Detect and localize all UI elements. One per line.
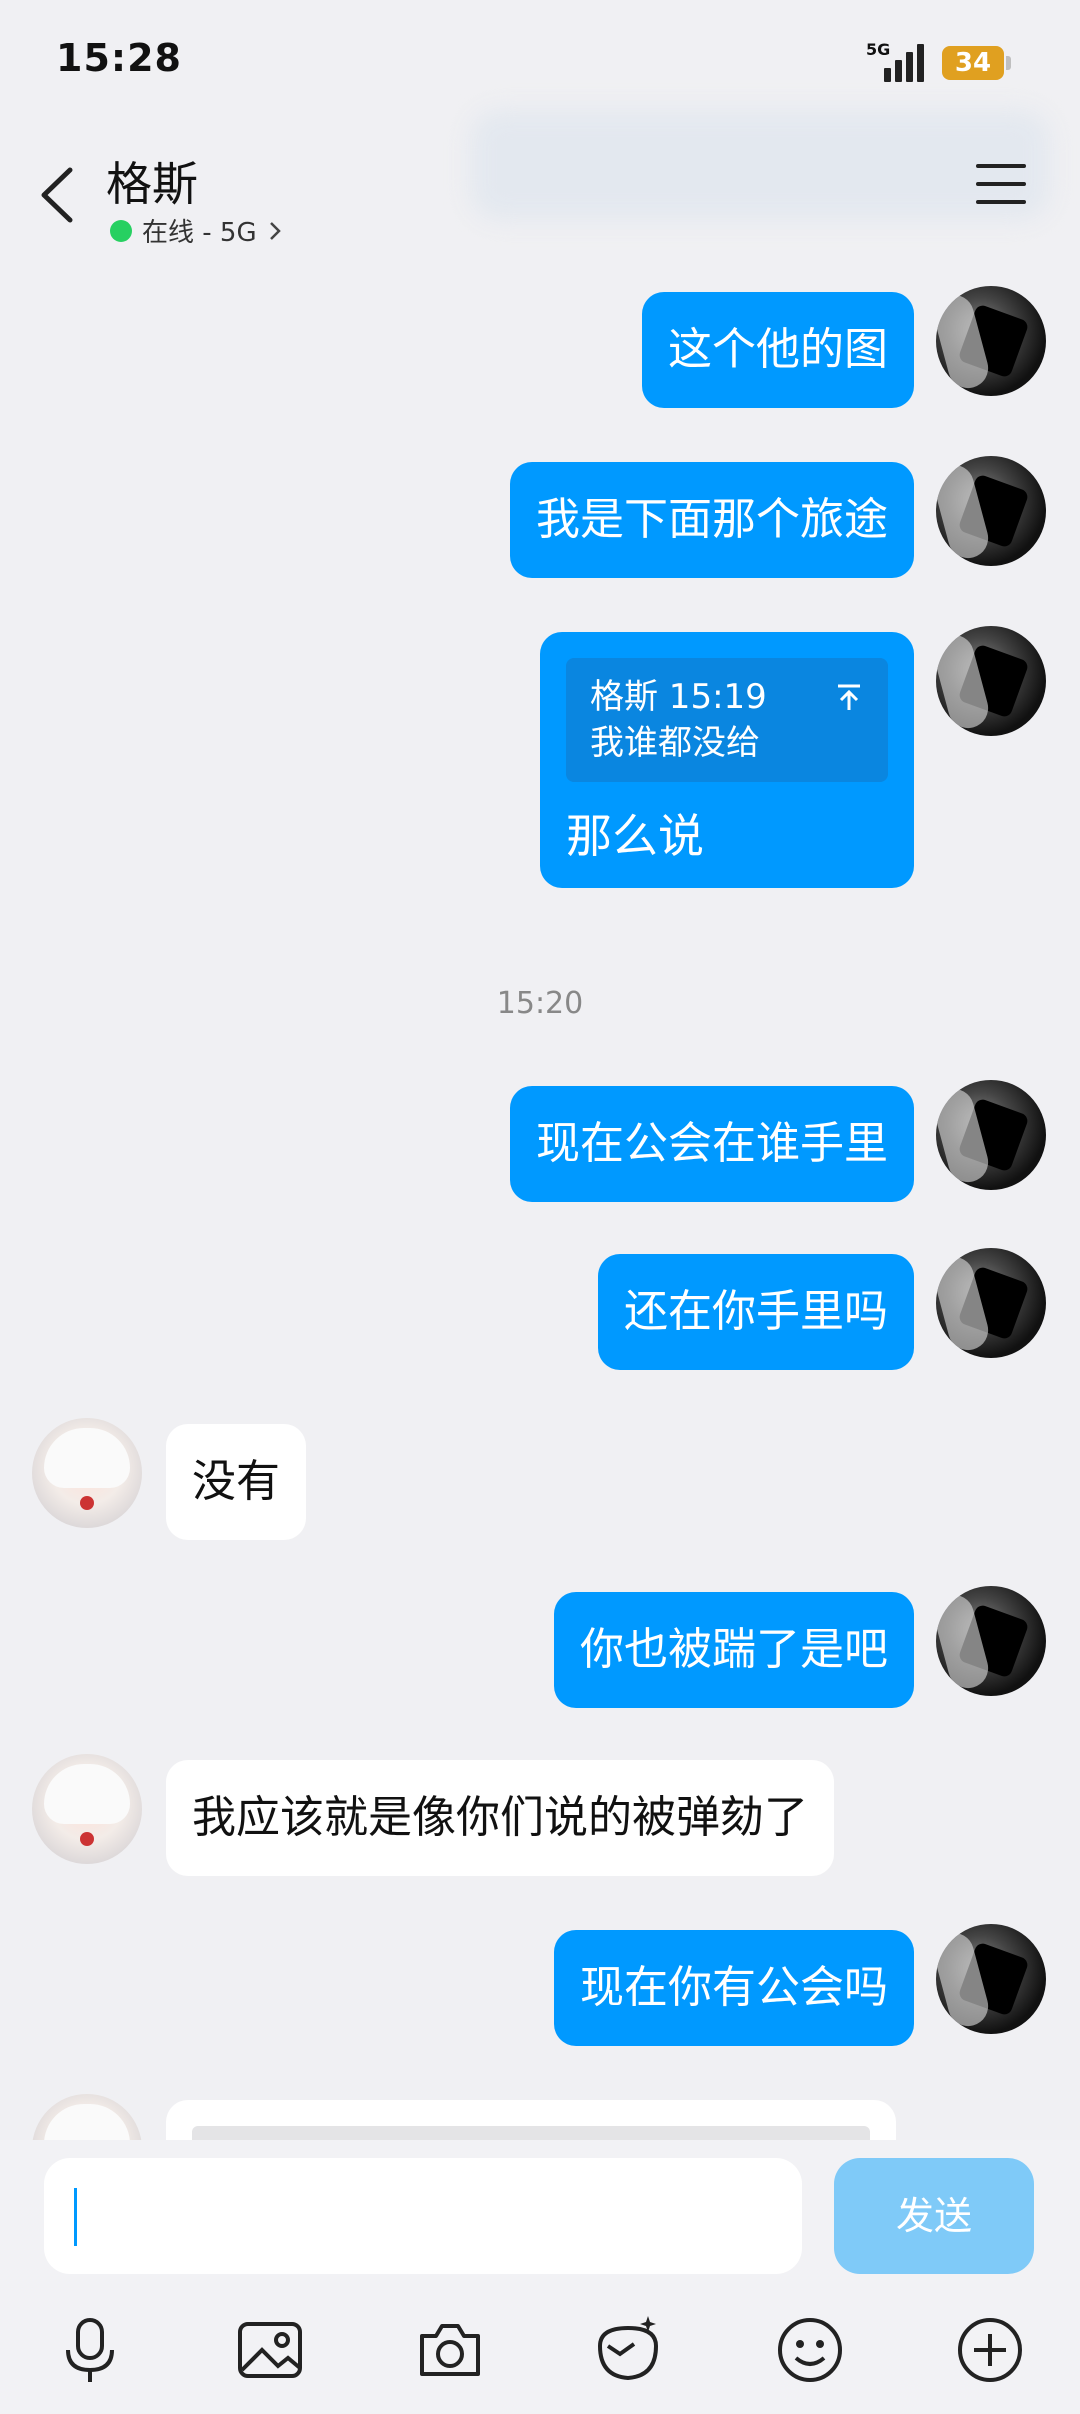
emoji-icon[interactable] xyxy=(770,2310,850,2390)
network-type: 5G xyxy=(866,40,891,59)
message-bubble-outgoing[interactable]: 还在你手里吗 xyxy=(598,1254,914,1370)
blurred-region xyxy=(470,110,1050,220)
composer: 发送 xyxy=(0,2140,1080,2414)
contact-avatar[interactable] xyxy=(32,2094,142,2140)
back-arrow-icon[interactable] xyxy=(32,160,92,230)
my-avatar[interactable] xyxy=(936,1924,1046,2034)
message-bubble-incoming[interactable]: 没有 xyxy=(166,1424,306,1540)
my-avatar[interactable] xyxy=(936,626,1046,736)
message-bubble-incoming[interactable]: 我应该就是像你们说的被弹劾了 xyxy=(166,1760,834,1876)
send-button[interactable]: 发送 xyxy=(834,2158,1034,2274)
message-bubble-outgoing-quote[interactable]: 格斯 15:19 我谁都没给 那么说 xyxy=(540,632,914,888)
message-bubble-outgoing[interactable]: 这个他的图 xyxy=(642,292,914,408)
battery-icon: 34 xyxy=(942,46,1011,80)
plus-icon[interactable] xyxy=(950,2310,1030,2390)
my-avatar[interactable] xyxy=(936,286,1046,396)
signal-icon: 5G xyxy=(866,40,926,82)
quote-sender: 格斯 15:19 xyxy=(590,677,767,717)
message-text: 那么说 xyxy=(566,809,704,863)
online-dot-icon xyxy=(110,219,132,242)
message-bubble-outgoing[interactable]: 我是下面那个旅途 xyxy=(510,462,914,578)
chat-area[interactable]: 这个他的图 我是下面那个旅途 格斯 15:19 我谁都没给 那么说 15:20 … xyxy=(0,260,1080,2140)
my-avatar[interactable] xyxy=(936,456,1046,566)
contact-name[interactable]: 格斯 xyxy=(106,148,198,214)
status-bar: 15:28 5G 34 xyxy=(0,0,1080,120)
status-time: 15:28 xyxy=(56,36,182,80)
message-timestamp: 15:20 xyxy=(496,986,584,1021)
composer-toolbar xyxy=(0,2310,1080,2400)
my-avatar[interactable] xyxy=(936,1586,1046,1696)
contact-status-text: 在线 - 5G xyxy=(142,218,257,248)
message-input[interactable] xyxy=(44,2158,802,2274)
menu-icon[interactable] xyxy=(976,164,1026,208)
image-icon[interactable] xyxy=(230,2310,310,2390)
my-avatar[interactable] xyxy=(936,1080,1046,1190)
chevron-right-icon xyxy=(269,221,281,240)
message-bubble-outgoing[interactable]: 你也被踹了是吧 xyxy=(554,1592,914,1708)
contact-avatar[interactable] xyxy=(32,1418,142,1528)
contact-avatar[interactable] xyxy=(32,1754,142,1864)
message-bubble-outgoing[interactable]: 现在你有公会吗 xyxy=(554,1930,914,2046)
my-avatar[interactable] xyxy=(936,1248,1046,1358)
mic-icon[interactable] xyxy=(50,2310,130,2390)
message-bubble-incoming-partial[interactable] xyxy=(166,2100,896,2140)
doodle-icon[interactable] xyxy=(588,2310,668,2390)
contact-status[interactable]: 在线 - 5G xyxy=(110,212,283,249)
image-placeholder xyxy=(192,2126,870,2140)
text-caret xyxy=(74,2188,77,2246)
camera-icon[interactable] xyxy=(410,2310,490,2390)
jump-to-top-icon[interactable] xyxy=(834,682,864,712)
quote-text: 我谁都没给 xyxy=(590,723,760,763)
quoted-message[interactable]: 格斯 15:19 我谁都没给 xyxy=(566,658,888,782)
message-bubble-outgoing[interactable]: 现在公会在谁手里 xyxy=(510,1086,914,1202)
